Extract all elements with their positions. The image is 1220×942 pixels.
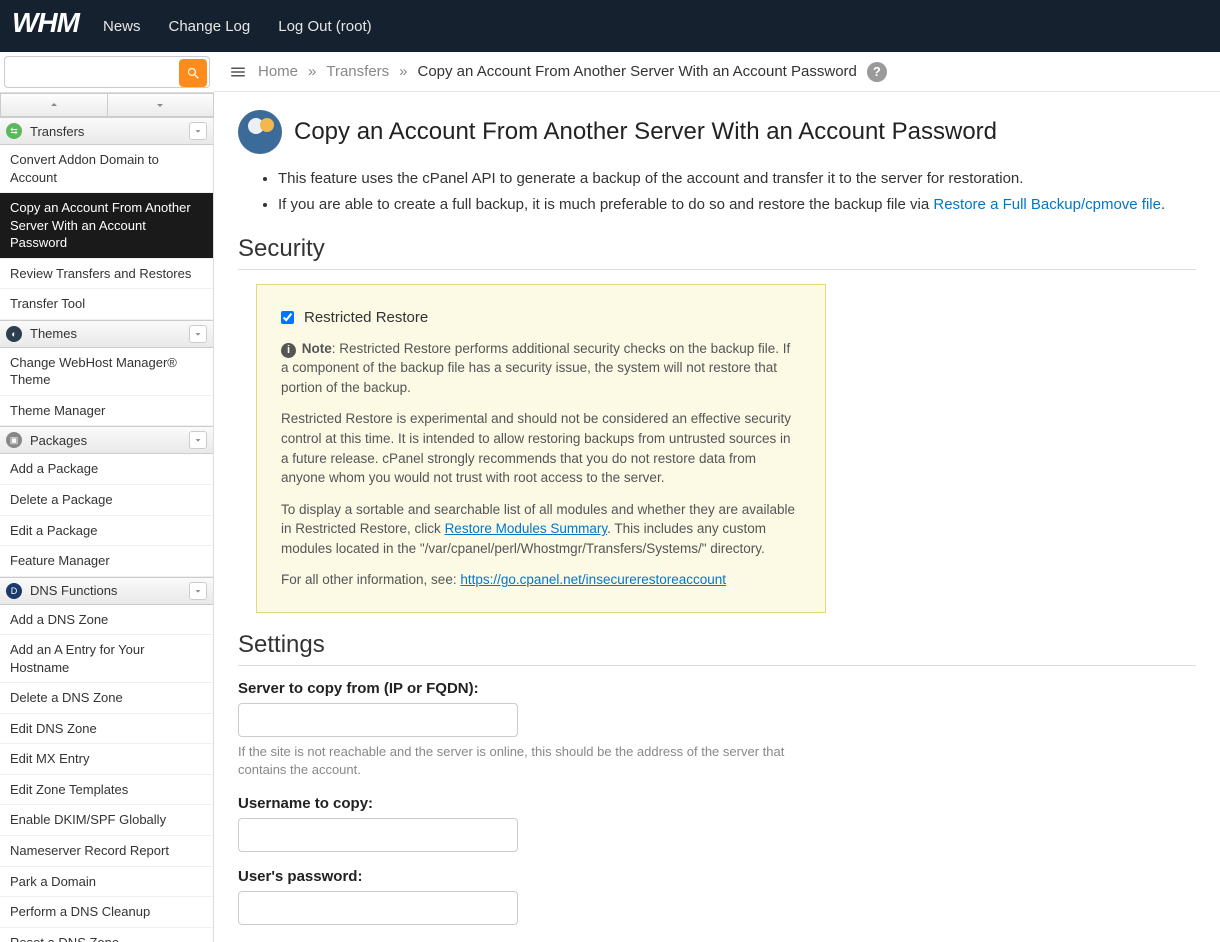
search-box (0, 52, 214, 92)
restore-full-backup-link[interactable]: Restore a Full Backup/cpmove file (933, 196, 1161, 213)
password-input[interactable] (238, 891, 518, 925)
sidebar-toggle[interactable] (228, 63, 248, 81)
sidebar: ⇆ Transfers Convert Addon Domain to Acco… (0, 52, 214, 942)
nav-logout[interactable]: Log Out (root) (278, 18, 371, 35)
sidebar-item-enable-dkim[interactable]: Enable DKIM/SPF Globally (0, 805, 213, 836)
chevron-down-icon (154, 99, 166, 111)
note-p1: i Note: Restricted Restore performs addi… (281, 339, 801, 398)
info-icon: i (281, 343, 296, 358)
main: Home » Transfers » Copy an Account From … (214, 52, 1220, 942)
sidebar-item-feature-manager[interactable]: Feature Manager (0, 546, 213, 577)
sidebar-item-theme-manager[interactable]: Theme Manager (0, 396, 213, 427)
nav-changelog[interactable]: Change Log (169, 18, 251, 35)
logo: WHM (12, 7, 79, 45)
intro-line-2: If you are able to create a full backup,… (278, 194, 1196, 215)
sidebar-cat-dns[interactable]: D DNS Functions (0, 577, 213, 605)
username-input[interactable] (238, 818, 518, 852)
packages-icon: ▣ (6, 432, 22, 448)
sidebar-item-edit-mx[interactable]: Edit MX Entry (0, 744, 213, 775)
sidebar-item-convert-addon[interactable]: Convert Addon Domain to Account (0, 145, 213, 193)
sidebar-item-add-a-entry[interactable]: Add an A Entry for Your Hostname (0, 635, 213, 683)
themes-icon: ◐ (6, 326, 22, 342)
help-button[interactable]: ? (867, 62, 887, 82)
sidebar-scroll[interactable]: ⇆ Transfers Convert Addon Domain to Acco… (0, 117, 213, 942)
sidebar-item-delete-package[interactable]: Delete a Package (0, 485, 213, 516)
cat-toggle[interactable] (189, 431, 207, 449)
password-label: User's password: (238, 868, 1196, 885)
security-notice: Restricted Restore i Note: Restricted Re… (256, 284, 826, 613)
cat-toggle[interactable] (189, 122, 207, 140)
sidebar-item-reset-dns[interactable]: Reset a DNS Zone (0, 928, 213, 942)
intro: This feature uses the cPanel API to gene… (238, 168, 1196, 215)
sidebar-cat-themes[interactable]: ◐ Themes (0, 320, 213, 348)
server-help: If the site is not reachable and the ser… (238, 743, 808, 779)
collapse-all-button[interactable] (0, 93, 107, 117)
sidebar-item-edit-zone-templates[interactable]: Edit Zone Templates (0, 775, 213, 806)
sidebar-item-change-whm-theme[interactable]: Change WebHost Manager® Theme (0, 348, 213, 396)
note-p3: To display a sortable and searchable lis… (281, 500, 801, 559)
sidebar-item-edit-package[interactable]: Edit a Package (0, 516, 213, 547)
sidebar-item-delete-dns-zone[interactable]: Delete a DNS Zone (0, 683, 213, 714)
sidebar-item-dns-cleanup[interactable]: Perform a DNS Cleanup (0, 897, 213, 928)
server-field-group: Server to copy from (IP or FQDN): If the… (238, 680, 1196, 779)
breadcrumb-current: Copy an Account From Another Server With… (418, 63, 857, 80)
dns-icon: D (6, 583, 22, 599)
sidebar-item-park-domain[interactable]: Park a Domain (0, 867, 213, 898)
sidebar-cat-transfers[interactable]: ⇆ Transfers (0, 117, 213, 145)
search-icon (186, 66, 201, 81)
top-header: WHM News Change Log Log Out (root) (0, 0, 1220, 52)
page-icon (238, 110, 282, 154)
sidebar-item-ns-report[interactable]: Nameserver Record Report (0, 836, 213, 867)
sidebar-cat-label: Themes (30, 326, 77, 341)
breadcrumb-section[interactable]: Transfers (326, 63, 389, 80)
username-field-group: Username to copy: (238, 795, 1196, 852)
settings-heading: Settings (238, 631, 1196, 666)
top-nav: News Change Log Log Out (root) (103, 18, 372, 35)
sidebar-item-transfer-tool[interactable]: Transfer Tool (0, 289, 213, 320)
server-label: Server to copy from (IP or FQDN): (238, 680, 1196, 697)
collapse-buttons (0, 92, 214, 117)
page-title-row: Copy an Account From Another Server With… (238, 110, 1196, 154)
expand-all-button[interactable] (107, 93, 215, 117)
cat-toggle[interactable] (189, 325, 207, 343)
sidebar-cat-label: Transfers (30, 124, 84, 139)
note-p4: For all other information, see: https://… (281, 570, 801, 590)
username-label: Username to copy: (238, 795, 1196, 812)
content: Copy an Account From Another Server With… (214, 92, 1220, 942)
hamburger-icon (228, 63, 248, 81)
cat-toggle[interactable] (189, 582, 207, 600)
sidebar-cat-packages[interactable]: ▣ Packages (0, 426, 213, 454)
restore-modules-link[interactable]: Restore Modules Summary (445, 521, 608, 536)
nav-news[interactable]: News (103, 18, 141, 35)
sidebar-item-edit-dns-zone[interactable]: Edit DNS Zone (0, 714, 213, 745)
sidebar-item-add-package[interactable]: Add a Package (0, 454, 213, 485)
password-field-group: User's password: (238, 868, 1196, 925)
insecure-restore-link[interactable]: https://go.cpanel.net/insecurerestoreacc… (460, 572, 726, 587)
breadcrumb-sep: » (399, 63, 407, 80)
intro-line-1: This feature uses the cPanel API to gene… (278, 168, 1196, 189)
server-input[interactable] (238, 703, 518, 737)
transfers-icon: ⇆ (6, 123, 22, 139)
search-button[interactable] (179, 59, 207, 87)
sidebar-cat-label: DNS Functions (30, 583, 117, 598)
chevron-up-icon (48, 99, 60, 111)
security-heading: Security (238, 235, 1196, 270)
sidebar-cat-label: Packages (30, 433, 87, 448)
breadcrumb: Home » Transfers » Copy an Account From … (214, 52, 1220, 92)
restricted-restore-label: Restricted Restore (304, 307, 428, 329)
note-p2: Restricted Restore is experimental and s… (281, 409, 801, 487)
page-title: Copy an Account From Another Server With… (294, 118, 997, 146)
sidebar-item-review-transfers[interactable]: Review Transfers and Restores (0, 259, 213, 290)
sidebar-item-copy-account[interactable]: Copy an Account From Another Server With… (0, 193, 213, 259)
breadcrumb-home[interactable]: Home (258, 63, 298, 80)
breadcrumb-sep: » (308, 63, 316, 80)
restricted-restore-checkbox[interactable] (281, 311, 294, 324)
sidebar-item-add-dns-zone[interactable]: Add a DNS Zone (0, 605, 213, 636)
